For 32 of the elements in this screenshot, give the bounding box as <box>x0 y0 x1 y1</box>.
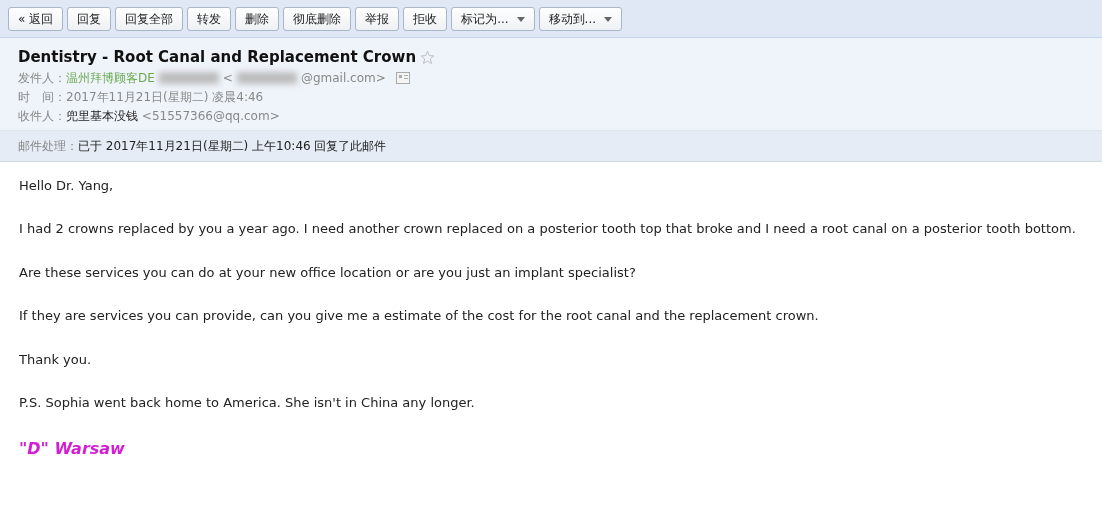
dropdown-button[interactable]: 标记为... <box>451 6 535 31</box>
star-icon[interactable] <box>420 49 436 65</box>
redacted-mark <box>158 72 219 84</box>
body-paragraph: Are these services you can do at your new office location or are you just an implant specialist? <box>19 263 637 282</box>
toolbar-button[interactable]: 举报 <box>355 6 400 31</box>
reply-status: 已于 2017年11月21日(星期二) 上午10:46 回复了此邮件 <box>78 138 387 153</box>
sent-time: 2017年11月21日(星期二) 凌晨4:46 <box>66 89 264 104</box>
field-label: 邮件处理： <box>18 138 78 153</box>
toolbar-button[interactable]: 删除 <box>235 6 280 31</box>
body-paragraph: If they are services you can provide, can you give me a estimate of the cost for the root canal and the replacement crown. <box>19 307 820 325</box>
toolbar-button[interactable]: « 返回 <box>8 6 64 31</box>
toolbar-button[interactable]: 回复全部 <box>115 6 184 31</box>
body-paragraph: Hello Dr. Yang, <box>19 176 115 195</box>
toolbar-button[interactable]: 拒收 <box>403 6 448 31</box>
field-label: 时 间： <box>18 89 66 104</box>
signature: "D" Warsaw <box>19 437 126 460</box>
sender-email: < <box>222 69 233 87</box>
dropdown-button[interactable]: 移动到... <box>538 6 623 31</box>
contact-card-icon[interactable] <box>395 72 410 84</box>
body-paragraph: P.S. Sophia went back home to America. She isn't in China any longer. <box>19 394 476 412</box>
email-subject: Dentistry - Root Canal and Replacement Crown <box>18 47 417 68</box>
sender-email: @gmail.com> <box>300 69 386 87</box>
redacted-mark <box>236 72 297 84</box>
field-label: 收件人： <box>18 108 66 123</box>
toolbar-button[interactable]: 彻底删除 <box>283 6 352 31</box>
body-paragraph: I had 2 crowns replaced by you a year ago. I need another crown replaced on a posterior tooth top that broke and I need a root canal on a posterior tooth bottom. <box>19 220 1077 238</box>
body-paragraph: Thank you. <box>19 350 93 369</box>
toolbar-button[interactable]: 回复 <box>67 6 112 31</box>
recipient-name: 兜里基本没钱 <box>66 108 138 123</box>
field-label: 发件人： <box>18 69 66 87</box>
toolbar-button[interactable]: 转发 <box>187 6 232 31</box>
recipient-email: <51557366@qq.com> <box>141 108 280 123</box>
